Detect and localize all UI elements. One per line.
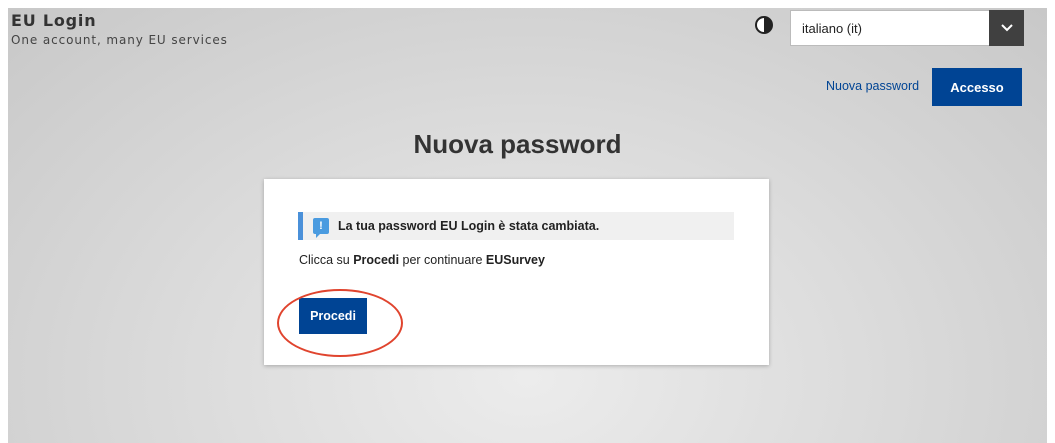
instruction-middle: per continuare (399, 253, 486, 267)
page-title: Nuova password (413, 129, 622, 159)
brand: EU Login One account, many EU services (11, 11, 228, 47)
success-alert: ! La tua password EU Login è stata cambi… (298, 212, 734, 240)
brand-subtitle: One account, many EU services (11, 33, 228, 47)
new-password-link[interactable]: Nuova password (826, 79, 919, 93)
contrast-icon[interactable] (755, 16, 773, 34)
instruction-prefix: Clicca su (299, 253, 354, 267)
login-button[interactable]: Accesso (932, 68, 1022, 106)
instruction-action: Procedi (353, 253, 400, 267)
chevron-down-icon[interactable] (989, 10, 1024, 46)
brand-title: EU Login (11, 11, 97, 30)
language-select[interactable]: italiano (it) (790, 10, 1024, 46)
language-selected-value: italiano (it) (802, 20, 862, 36)
page-background: EU Login One account, many EU services i… (8, 8, 1047, 443)
info-message-icon: ! (313, 218, 329, 238)
alert-text: La tua password EU Login è stata cambiat… (338, 219, 600, 233)
instruction-text: Clicca su Procedi per continuare EUSurve… (299, 253, 545, 267)
instruction-service: EUSurvey (485, 253, 545, 267)
message-card: ! La tua password EU Login è stata cambi… (264, 179, 769, 365)
proceed-button[interactable]: Procedi (299, 298, 367, 334)
